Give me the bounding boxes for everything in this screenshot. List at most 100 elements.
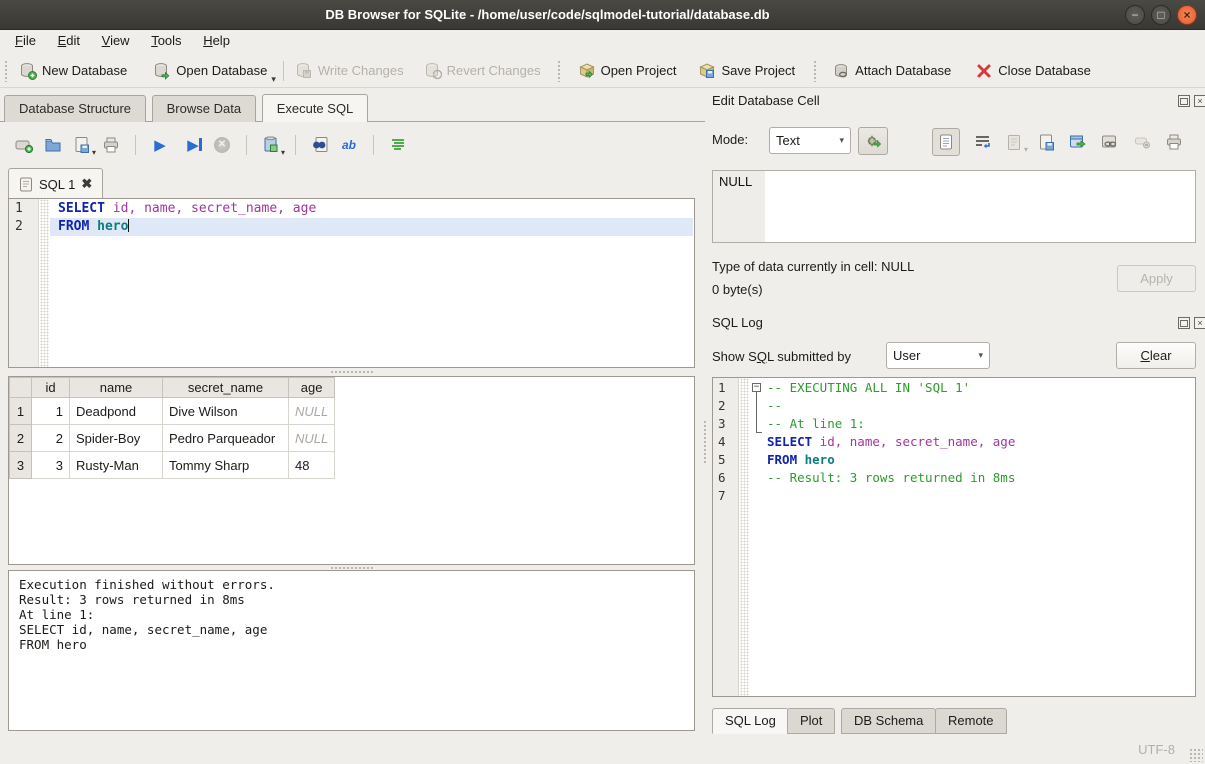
maximize-icon[interactable]: □	[1151, 5, 1171, 25]
cell-id[interactable]: 1	[32, 398, 70, 425]
line-number: 1	[713, 379, 735, 397]
stop-execution-button[interactable]: ✕	[212, 135, 232, 155]
save-sql-file-button[interactable]: ▾	[72, 135, 92, 155]
execute-all-button[interactable]: ▶	[150, 135, 170, 155]
set-null-button[interactable]	[1132, 132, 1152, 152]
table-row[interactable]: 1 1 Deadpond Dive Wilson NULL	[10, 398, 335, 425]
import-cell-data-button[interactable]: ▾	[1004, 132, 1024, 152]
cell-name[interactable]: Rusty-Man	[70, 452, 163, 479]
bottom-tab-db-schema[interactable]: DB Schema	[841, 708, 936, 734]
open-project-button[interactable]: Open Project	[572, 58, 683, 84]
close-sql-tab-icon[interactable]: ✖	[81, 176, 92, 192]
float-dock-icon[interactable]	[1178, 95, 1190, 107]
line-number: 4	[713, 433, 735, 451]
cell-editor[interactable]: NULL	[712, 170, 1196, 243]
cell-id[interactable]: 2	[32, 425, 70, 452]
open-database-dropdown-icon[interactable]: ▾	[271, 74, 276, 85]
tab-execute-sql[interactable]: Execute SQL	[262, 94, 369, 122]
close-dock-icon[interactable]: ×	[1194, 317, 1205, 329]
revert-changes-button[interactable]: Revert Changes	[418, 58, 547, 84]
sql-log-filter-combobox[interactable]: User ▾	[886, 342, 990, 369]
word-wrap-button[interactable]	[972, 132, 992, 152]
log-line: -- At line 1:	[749, 415, 1194, 433]
menu-file[interactable]: File	[6, 30, 45, 51]
table-row[interactable]: 3 3 Rusty-Man Tommy Sharp 48	[10, 452, 335, 479]
write-changes-label: Write Changes	[318, 63, 404, 78]
sql-toolbar-separator	[246, 135, 247, 155]
open-database-button[interactable]: Open Database	[147, 58, 273, 84]
column-header-secret-name[interactable]: secret_name	[163, 378, 289, 398]
open-database-icon	[153, 62, 171, 80]
tab-browse-data[interactable]: Browse Data	[152, 95, 256, 122]
new-sql-tab-button[interactable]	[14, 135, 34, 155]
sql-keyword: FROM	[58, 219, 89, 234]
cell-name[interactable]: Spider-Boy	[70, 425, 163, 452]
close-dock-icon[interactable]: ×	[1194, 95, 1205, 107]
column-header-name[interactable]: name	[70, 378, 163, 398]
minimize-icon[interactable]: −	[1125, 5, 1145, 25]
close-icon[interactable]: ×	[1177, 5, 1197, 25]
bottom-tab-plot[interactable]: Plot	[787, 708, 835, 734]
save-project-icon	[698, 62, 716, 80]
bottom-tab-sql-log[interactable]: SQL Log	[712, 708, 789, 734]
import-dropdown-icon: ▾	[1024, 145, 1028, 154]
cell-name[interactable]: Deadpond	[70, 398, 163, 425]
save-project-button[interactable]: Save Project	[692, 58, 801, 84]
text-mode-button[interactable]	[932, 128, 960, 156]
menu-help[interactable]: Help	[194, 30, 239, 51]
log-line: --	[749, 397, 1194, 415]
find-button[interactable]	[310, 135, 330, 155]
print-sql-button[interactable]	[101, 135, 121, 155]
table-row[interactable]: 2 2 Spider-Boy Pedro Parqueador NULL	[10, 425, 335, 452]
toolbar-grip	[557, 60, 562, 82]
sql-editor[interactable]: 1 2 SELECT id, name, secret_name, age FR…	[8, 198, 695, 368]
cell-age[interactable]: 48	[289, 452, 335, 479]
execute-current-line-button[interactable]: ▶	[183, 135, 203, 155]
sql-identifiers: id, name, secret_name, age	[105, 201, 316, 216]
sql-file-tab-bar: SQL 1 ✖	[8, 168, 103, 199]
open-in-external-app-button[interactable]	[1068, 132, 1088, 152]
line-number: 2	[9, 218, 35, 236]
format-sql-button[interactable]	[388, 135, 408, 155]
attach-database-button[interactable]: Attach Database	[826, 58, 957, 84]
cell-secret-name[interactable]: Dive Wilson	[163, 398, 289, 425]
cell-age[interactable]: NULL	[289, 398, 335, 425]
main-tab-bar: Database Structure Browse Data Execute S…	[4, 94, 705, 122]
menu-edit[interactable]: Edit	[49, 30, 89, 51]
resize-grip[interactable]	[1189, 748, 1203, 762]
print-cell-button[interactable]	[1164, 132, 1184, 152]
apply-button[interactable]: Apply	[1117, 265, 1196, 292]
cell-secret-name[interactable]: Tommy Sharp	[163, 452, 289, 479]
export-cell-data-button[interactable]	[1036, 132, 1056, 152]
menu-tools[interactable]: Tools	[142, 30, 190, 51]
link-button[interactable]	[1100, 132, 1120, 152]
stop-icon: ✕	[214, 137, 230, 153]
sql-log-view[interactable]: 1 2 3 4 5 6 7 − -- EXECUTING ALL IN 'SQL…	[712, 377, 1196, 697]
splitter-handle[interactable]	[330, 370, 374, 375]
auto-apply-button[interactable]	[858, 127, 888, 155]
cell-id[interactable]: 3	[32, 452, 70, 479]
menu-view[interactable]: View	[93, 30, 139, 51]
toolbar-separator	[283, 61, 284, 81]
export-results-dropdown-icon[interactable]: ▾	[281, 148, 285, 157]
column-header-age[interactable]: age	[289, 378, 335, 398]
close-database-button[interactable]: Close Database	[969, 58, 1097, 84]
bottom-tab-remote[interactable]: Remote	[935, 708, 1007, 734]
tab-database-structure[interactable]: Database Structure	[4, 95, 146, 122]
float-dock-icon[interactable]	[1178, 317, 1190, 329]
splitter-handle[interactable]	[703, 420, 708, 464]
mode-combobox[interactable]: Text ▾	[769, 127, 851, 154]
write-changes-button[interactable]: Write Changes	[289, 58, 410, 84]
clear-log-button[interactable]: Clear	[1116, 342, 1196, 369]
open-sql-file-button[interactable]	[43, 135, 63, 155]
sql-document-icon	[19, 177, 33, 192]
message-line: Result: 3 rows returned in 8ms	[19, 592, 694, 607]
save-sql-dropdown-icon[interactable]: ▾	[92, 148, 96, 157]
replace-button[interactable]: ab	[339, 135, 359, 155]
new-database-button[interactable]: New Database	[13, 58, 133, 84]
cell-age[interactable]: NULL	[289, 425, 335, 452]
export-results-button[interactable]: ▾	[261, 135, 281, 155]
column-header-id[interactable]: id	[32, 378, 70, 398]
sql-file-tab[interactable]: SQL 1 ✖	[8, 168, 103, 199]
cell-secret-name[interactable]: Pedro Parqueador	[163, 425, 289, 452]
